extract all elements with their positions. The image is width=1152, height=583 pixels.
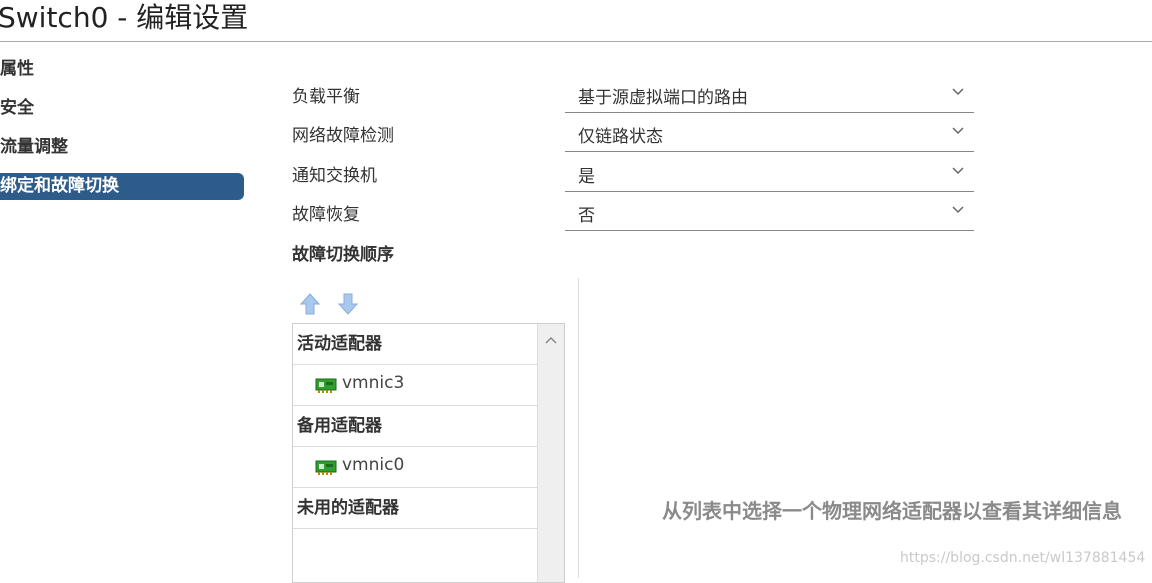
load-balancing-select[interactable]: 基于源虚拟端口的路由 — [565, 77, 974, 113]
arrow-down-icon[interactable] — [337, 292, 359, 316]
failover-order-title: 故障切换顺序 — [292, 245, 394, 265]
network-adapter-icon — [315, 460, 337, 475]
dialog-title: Switch0 - 编辑设置 — [0, 1, 249, 34]
unused-adapters-group: 未用的适配器 — [293, 488, 537, 529]
watermark: https://blog.csdn.net/wl137881454 — [900, 550, 1146, 566]
list-scrollbar[interactable] — [537, 324, 564, 582]
load-balancing-label: 负载平衡 — [292, 87, 360, 107]
active-adapters-group: 活动适配器 — [293, 324, 537, 365]
adapter-row-vmnic3[interactable]: vmnic3 — [293, 365, 537, 406]
chevron-down-icon — [952, 88, 964, 96]
chevron-up-icon[interactable] — [544, 334, 558, 346]
adapter-name: vmnic3 — [342, 373, 405, 393]
title-divider — [0, 41, 1152, 42]
failback-value: 否 — [578, 206, 595, 226]
failover-order-list[interactable]: 活动适配器 vmnic3 备用适配器 vmnic0 未用的适配器 — [292, 323, 565, 583]
load-balancing-value: 基于源虚拟端口的路由 — [578, 88, 748, 108]
failback-label: 故障恢复 — [292, 205, 360, 225]
notify-switches-value: 是 — [578, 167, 595, 187]
adapter-name: vmnic0 — [342, 455, 405, 475]
nav-item-security[interactable]: 安全 — [0, 95, 244, 122]
arrow-up-icon[interactable] — [299, 292, 321, 316]
notify-switches-label: 通知交换机 — [292, 166, 377, 186]
details-divider — [578, 278, 579, 578]
notify-switches-select[interactable]: 是 — [565, 156, 974, 192]
adapter-row-vmnic0[interactable]: vmnic0 — [293, 447, 537, 488]
standby-adapters-group: 备用适配器 — [293, 406, 537, 447]
nav-item-traffic-shaping[interactable]: 流量调整 — [0, 134, 244, 161]
failure-detection-label: 网络故障检测 — [292, 126, 394, 146]
failure-detection-value: 仅链路状态 — [578, 127, 663, 147]
network-adapter-icon — [315, 378, 337, 393]
failback-select[interactable]: 否 — [565, 195, 974, 231]
details-empty-message: 从列表中选择一个物理网络适配器以查看其详细信息 — [662, 499, 1122, 523]
chevron-down-icon — [952, 127, 964, 135]
chevron-down-icon — [952, 206, 964, 214]
chevron-down-icon — [952, 167, 964, 175]
failure-detection-select[interactable]: 仅链路状态 — [565, 116, 974, 152]
nav-item-teaming-failover[interactable]: 绑定和故障切换 — [0, 173, 244, 200]
nav-item-properties[interactable]: 属性 — [0, 56, 244, 83]
